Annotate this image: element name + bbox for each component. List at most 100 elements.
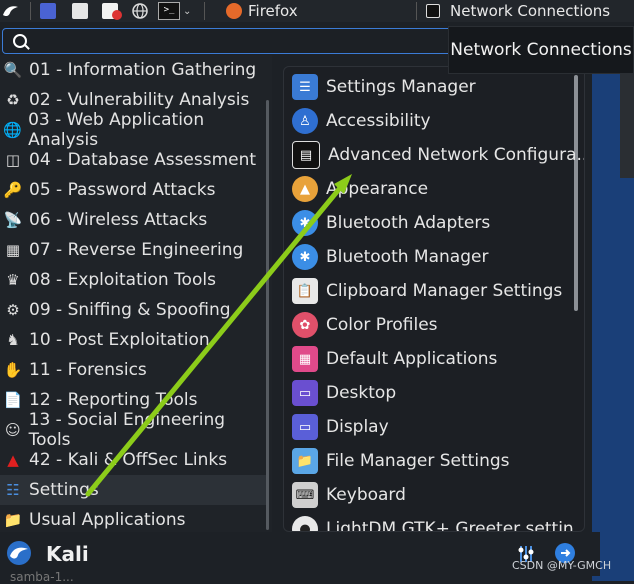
category-item[interactable]: ⚙ 09 - Sniffing & Spoofing: [0, 295, 268, 325]
category-label: 03 - Web Application Analysis: [28, 110, 205, 150]
menu-bottom-bar: Kali: [0, 532, 600, 576]
keyboard-icon: ⌨: [292, 482, 318, 508]
submenu-label: Keyboard: [326, 485, 406, 505]
category-label: 09 - Sniffing & Spoofing: [29, 300, 231, 320]
settings-submenu: ☰ Settings Manager ♙ Accessibility ▤ Advanced…: [283, 66, 585, 532]
submenu-item[interactable]: ▤ Advanced Network Configura...: [292, 139, 584, 171]
submenu-label: Accessibility: [326, 111, 431, 131]
category-item[interactable]: ▦ 07 - Reverse Engineering: [0, 235, 268, 265]
category-item[interactable]: 📁 Usual Applications: [0, 505, 268, 535]
post-exploit-icon: ♞: [6, 331, 20, 349]
hand-icon: ✋: [3, 361, 23, 379]
show-desktop-button[interactable]: [40, 0, 56, 22]
key-icon: 🔑: [3, 181, 23, 199]
database-icon: ◫: [5, 151, 21, 169]
watermark: CSDN @MY-GMCH: [512, 559, 612, 572]
folder-icon: [72, 3, 88, 19]
category-item[interactable]: ♛ 08 - Exploitation Tools: [0, 265, 268, 295]
background-window-title: samba-1...: [10, 570, 74, 584]
task-label: Network Connections: [450, 2, 611, 20]
submenu-item[interactable]: ✱ Bluetooth Adapters: [292, 207, 577, 239]
search-icon: [13, 34, 27, 48]
lightdm-icon: ●: [292, 516, 318, 531]
category-list: 🔍 01 - Information Gathering ♻ 02 - Vulnera…: [0, 55, 272, 533]
text-editor-launcher[interactable]: [102, 0, 122, 22]
kali-dragon-icon: [7, 541, 31, 565]
submenu-item[interactable]: ▭ Desktop: [292, 377, 577, 409]
category-label: 04 - Database Assessment: [29, 150, 257, 170]
wireless-icon: 📡: [3, 211, 23, 229]
category-label: 42 - Kali & OffSec Links: [29, 450, 228, 470]
taskbar-task-network-connections[interactable]: Network Connections: [426, 0, 610, 22]
category-item[interactable]: ✋ 11 - Forensics: [0, 355, 268, 385]
category-label: 08 - Exploitation Tools: [29, 270, 216, 290]
category-item[interactable]: ☷ Settings: [0, 475, 268, 505]
submenu-item[interactable]: ✿ Color Profiles: [292, 309, 577, 341]
report-icon: 📄: [3, 391, 23, 409]
submenu-label: Bluetooth Adapters: [326, 213, 491, 233]
accessibility-icon: ♙: [292, 108, 318, 134]
submenu-item[interactable]: 📁 File Manager Settings: [292, 445, 577, 477]
category-label: 11 - Forensics: [29, 360, 147, 380]
clipboard-icon: 📋: [292, 278, 318, 304]
terminal-launcher[interactable]: >_ ⌄: [158, 0, 191, 22]
tooltip: Network Connections: [448, 26, 634, 74]
network-config-icon: ▤: [292, 141, 320, 169]
submenu-label: Settings Manager: [326, 77, 476, 97]
category-label: 13 - Social Engineering Tools: [28, 410, 226, 450]
submenu-label: Color Profiles: [326, 315, 438, 335]
kali-dragon-icon: [3, 6, 18, 17]
settings-icon: ☷: [6, 481, 20, 499]
file-manager-launcher[interactable]: [72, 0, 88, 22]
globe-icon: 🌐: [3, 121, 22, 139]
kali-menu-button[interactable]: [2, 0, 20, 22]
submenu-label: Appearance: [326, 179, 429, 199]
category-label: 05 - Password Attacks: [29, 180, 216, 200]
taskbar-task-firefox[interactable]: Firefox: [226, 0, 298, 22]
vulnerability-icon: ♻: [6, 91, 20, 109]
magnifier-icon: 🔍: [3, 61, 23, 79]
submenu-item[interactable]: ● LightDM GTK+ Greeter settin...: [292, 513, 584, 531]
category-item[interactable]: ▲ 42 - Kali & OffSec Links: [0, 445, 268, 475]
category-label: Usual Applications: [29, 510, 186, 530]
category-item[interactable]: ◫ 04 - Database Assessment: [0, 145, 268, 175]
category-item[interactable]: 🌐 03 - Web Application Analysis: [0, 110, 268, 150]
category-item[interactable]: ☺ 13 - Social Engineering Tools: [0, 410, 268, 450]
category-label: 12 - Reporting Tools: [29, 390, 198, 410]
submenu-item[interactable]: ▲ Appearance: [292, 173, 577, 205]
submenu-item[interactable]: 📋 Clipboard Manager Settings: [292, 275, 577, 307]
submenu-label: Default Applications: [326, 349, 498, 369]
sniff-icon: ⚙: [6, 301, 20, 319]
category-item[interactable]: ♞ 10 - Post Exploitation: [0, 325, 268, 355]
category-item[interactable]: 🔑 05 - Password Attacks: [0, 175, 268, 205]
network-icon: [426, 4, 440, 18]
browser-launcher[interactable]: [132, 0, 148, 22]
submenu-item[interactable]: ♙ Accessibility: [292, 105, 577, 137]
terminal-icon: >_: [158, 2, 180, 20]
bluetooth-icon: ✱: [292, 210, 318, 236]
submenu-item[interactable]: ▦ Default Applications: [292, 343, 577, 375]
background-window: [620, 68, 634, 178]
category-label: 06 - Wireless Attacks: [29, 210, 208, 230]
file-manager-icon: 📁: [292, 448, 318, 474]
chip-icon: ▦: [5, 241, 21, 259]
crown-icon: ♛: [6, 271, 20, 289]
submenu-label: Display: [326, 417, 389, 437]
category-item[interactable]: 🔍 01 - Information Gathering: [0, 55, 268, 85]
kali-flag-icon: ▲: [7, 451, 19, 469]
no-entry-badge-icon: [112, 10, 122, 20]
category-item[interactable]: 📡 06 - Wireless Attacks: [0, 205, 268, 235]
top-taskbar: >_ ⌄ Firefox Network Connections: [0, 0, 634, 22]
default-apps-icon: ▦: [292, 346, 318, 372]
submenu-item[interactable]: ✱ Bluetooth Manager: [292, 241, 577, 273]
submenu-label: Advanced Network Configura...: [328, 145, 585, 165]
category-label: Settings: [29, 480, 99, 500]
chevron-down-icon[interactable]: ⌄: [183, 6, 191, 17]
display-icon: ▭: [292, 414, 318, 440]
firefox-icon: [226, 3, 242, 19]
submenu-item[interactable]: ⌨ Keyboard: [292, 479, 577, 511]
task-label: Firefox: [248, 2, 298, 20]
submenu-item[interactable]: ☰ Settings Manager: [292, 71, 577, 103]
category-scrollbar[interactable]: [266, 100, 269, 530]
submenu-item[interactable]: ▭ Display: [292, 411, 577, 443]
